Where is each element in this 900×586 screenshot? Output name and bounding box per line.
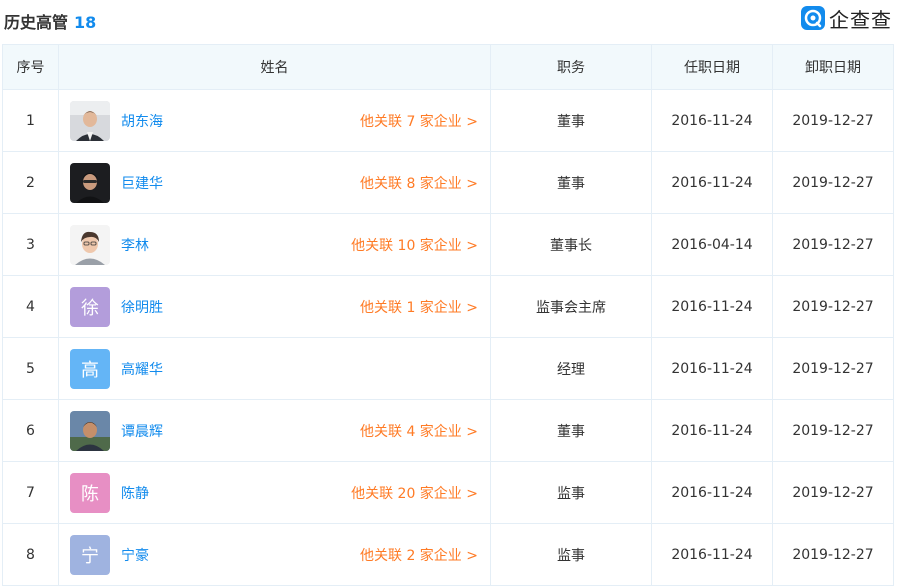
row-index: 7 <box>2 461 59 524</box>
row-index: 8 <box>2 523 59 586</box>
related-companies-link[interactable]: 他关联 2 家企业 > <box>360 545 478 565</box>
table-row: 3 李林 他关联 10 家企业 > 董事长 2016-04-14 2019-12… <box>2 213 894 276</box>
start-date-cell: 2016-11-24 <box>651 151 773 214</box>
table-row: 5 高 高耀华 经理 2016-11-24 2019-12-27 <box>2 337 894 400</box>
related-companies-link[interactable]: 他关联 7 家企业 > <box>360 111 478 131</box>
end-date-cell: 2019-12-27 <box>772 523 894 586</box>
person-name-link[interactable]: 徐明胜 <box>121 297 163 317</box>
position-cell: 董事长 <box>490 213 652 276</box>
name-cell: 谭晨辉 他关联 4 家企业 > <box>58 399 491 462</box>
end-date-cell: 2019-12-27 <box>772 151 894 214</box>
brand-name: 企查查 <box>829 7 892 32</box>
avatar[interactable]: 陈 <box>70 473 110 513</box>
person-name-link[interactable]: 胡东海 <box>121 111 163 131</box>
position-cell: 董事 <box>490 89 652 152</box>
table-row: 6 谭晨辉 他关联 4 家企业 > 董事 2016-11-24 2019-12-… <box>2 399 894 462</box>
position-cell: 监事 <box>490 461 652 524</box>
end-date-cell: 2019-12-27 <box>772 399 894 462</box>
table-row: 8 宁 宁豪 他关联 2 家企业 > 监事 2016-11-24 2019-12… <box>2 523 894 586</box>
person-name-link[interactable]: 高耀华 <box>121 359 163 379</box>
start-date-cell: 2016-11-24 <box>651 523 773 586</box>
person-name-link[interactable]: 宁豪 <box>121 545 149 565</box>
name-cell: 巨建华 他关联 8 家企业 > <box>58 151 491 214</box>
related-companies-link[interactable]: 他关联 4 家企业 > <box>360 421 478 441</box>
start-date-cell: 2016-11-24 <box>651 461 773 524</box>
table-row: 2 巨建华 他关联 8 家企业 > 董事 2016-11-24 2019-12-… <box>2 151 894 214</box>
table-header-row: 序号 姓名 职务 任职日期 卸职日期 <box>2 44 894 90</box>
person-name-link[interactable]: 陈静 <box>121 483 149 503</box>
end-date-cell: 2019-12-27 <box>772 89 894 152</box>
start-date-cell: 2016-04-14 <box>651 213 773 276</box>
avatar[interactable]: 宁 <box>70 535 110 575</box>
section-header: 历史高管 18 企查查 <box>0 0 900 40</box>
name-cell: 李林 他关联 10 家企业 > <box>58 213 491 276</box>
person-photo-icon <box>70 411 110 451</box>
column-header-index: 序号 <box>2 44 59 90</box>
table-row: 4 徐 徐明胜 他关联 1 家企业 > 监事会主席 2016-11-24 201… <box>2 275 894 338</box>
position-cell: 经理 <box>490 337 652 400</box>
position-cell: 董事 <box>490 151 652 214</box>
position-cell: 监事 <box>490 523 652 586</box>
row-index: 6 <box>2 399 59 462</box>
end-date-cell: 2019-12-27 <box>772 337 894 400</box>
row-index: 4 <box>2 275 59 338</box>
position-cell: 监事会主席 <box>490 275 652 338</box>
avatar[interactable] <box>70 101 110 141</box>
row-index: 5 <box>2 337 59 400</box>
column-header-start-date: 任职日期 <box>651 44 773 90</box>
end-date-cell: 2019-12-27 <box>772 213 894 276</box>
avatar[interactable] <box>70 411 110 451</box>
name-cell: 徐 徐明胜 他关联 1 家企业 > <box>58 275 491 338</box>
row-index: 3 <box>2 213 59 276</box>
avatar[interactable] <box>70 225 110 265</box>
avatar[interactable]: 徐 <box>70 287 110 327</box>
person-photo-icon <box>70 101 110 141</box>
table-row: 7 陈 陈静 他关联 20 家企业 > 监事 2016-11-24 2019-1… <box>2 461 894 524</box>
name-cell: 高 高耀华 <box>58 337 491 400</box>
column-header-position: 职务 <box>490 44 652 90</box>
related-companies-link[interactable]: 他关联 8 家企业 > <box>360 173 478 193</box>
section-title-text: 历史高管 <box>4 13 69 32</box>
person-name-link[interactable]: 巨建华 <box>121 173 163 193</box>
related-companies-link[interactable]: 他关联 1 家企业 > <box>360 297 478 317</box>
related-companies-link[interactable]: 他关联 10 家企业 > <box>351 235 478 255</box>
row-index: 2 <box>2 151 59 214</box>
start-date-cell: 2016-11-24 <box>651 337 773 400</box>
person-name-link[interactable]: 李林 <box>121 235 149 255</box>
brand-logo[interactable]: 企查查 <box>801 5 892 32</box>
person-name-link[interactable]: 谭晨辉 <box>121 421 163 441</box>
avatar[interactable]: 高 <box>70 349 110 389</box>
column-header-name: 姓名 <box>58 44 491 90</box>
table-row: 1 胡东海 他关联 7 家企业 > 董事 2016-11-24 2019-12-… <box>2 89 894 152</box>
person-photo-icon <box>70 163 110 203</box>
position-cell: 董事 <box>490 399 652 462</box>
start-date-cell: 2016-11-24 <box>651 275 773 338</box>
name-cell: 陈 陈静 他关联 20 家企业 > <box>58 461 491 524</box>
executive-history-table: 序号 姓名 职务 任职日期 卸职日期 1 胡东海 他关联 7 家企业 > 董事 … <box>2 44 894 586</box>
related-companies-link[interactable]: 他关联 20 家企业 > <box>351 483 478 503</box>
end-date-cell: 2019-12-27 <box>772 461 894 524</box>
executive-count: 18 <box>74 13 97 32</box>
name-cell: 宁 宁豪 他关联 2 家企业 > <box>58 523 491 586</box>
column-header-end-date: 卸职日期 <box>772 44 894 90</box>
qichacha-logo-icon <box>801 6 825 30</box>
row-index: 1 <box>2 89 59 152</box>
section-title: 历史高管 18 <box>4 9 96 33</box>
end-date-cell: 2019-12-27 <box>772 275 894 338</box>
start-date-cell: 2016-11-24 <box>651 89 773 152</box>
person-photo-icon <box>70 225 110 265</box>
name-cell: 胡东海 他关联 7 家企业 > <box>58 89 491 152</box>
avatar[interactable] <box>70 163 110 203</box>
start-date-cell: 2016-11-24 <box>651 399 773 462</box>
